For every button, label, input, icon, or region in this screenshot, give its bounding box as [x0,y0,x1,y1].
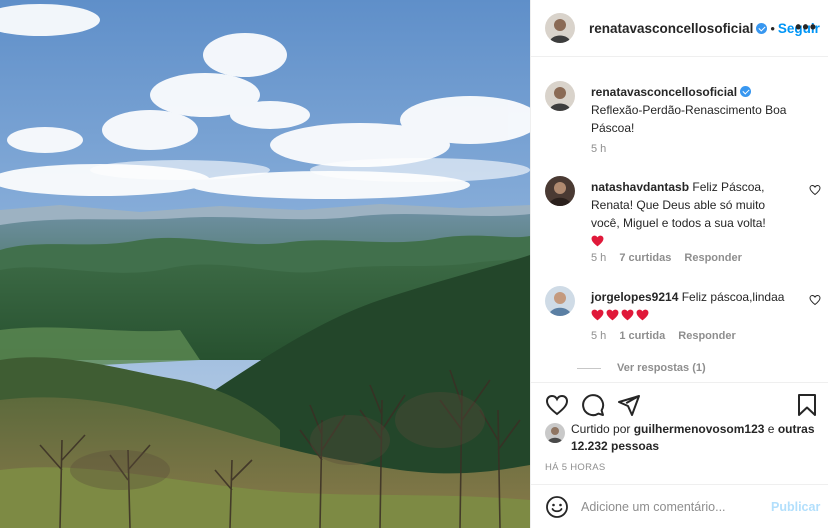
publish-button[interactable]: Publicar [771,500,820,514]
post-timestamp[interactable]: HÁ 5 HORAS [545,462,606,473]
caption: renatavasconcellosoficial Reflexão-Perdã… [545,81,821,161]
comment-meta: 5 h 7 curtidas Responder [591,252,752,264]
post-side-panel: renatavasconcellosoficial • Seguir ••• r… [530,0,828,528]
red-heart-emoji-icon [591,309,604,321]
comment-time[interactable]: 5 h [591,330,606,342]
comment-meta: 5 h 1 curtida Responder [591,330,746,342]
comment-likes[interactable]: 1 curtida [619,330,665,342]
comment-body: jorgelopes9214 Feliz páscoa,lindaa [591,288,796,324]
like-comment-heart-icon[interactable] [809,184,821,196]
liker-avatar[interactable] [545,423,565,443]
post-actions [531,382,828,426]
commenter-avatar[interactable] [545,286,575,316]
replies-divider [577,367,601,369]
comment-icon[interactable] [581,393,605,417]
heart-icon[interactable] [545,393,569,417]
caption-username[interactable]: renatavasconcellosoficial [591,85,737,99]
comment-input[interactable] [581,499,767,514]
caption-text: Reflexão-Perdão-Renascimento Boa Páscoa! [591,103,787,135]
reply-button[interactable]: Responder [684,252,741,264]
author-username[interactable]: renatavasconcellosoficial [589,21,753,36]
like-comment-heart-icon[interactable] [809,294,821,306]
more-icon[interactable]: ••• [795,18,817,36]
separator-dot: • [770,20,775,36]
likes-text: Curtido por guilhermenovosom123 e outras… [571,421,821,455]
comments-list[interactable]: renatavasconcellosoficial Reflexão-Perdã… [531,58,828,381]
reply-button[interactable]: Responder [678,330,735,342]
comment-item: jorgelopes9214 Feliz páscoa,lindaa 5 h 1… [545,286,821,356]
comment-username[interactable]: jorgelopes9214 [591,290,678,304]
emoji-icon[interactable] [545,495,569,519]
share-icon[interactable] [617,393,641,417]
post-header: renatavasconcellosoficial • Seguir ••• [531,0,828,57]
red-heart-emoji-icon [621,309,634,321]
author-avatar[interactable] [545,81,575,111]
caption-body: renatavasconcellosoficial Reflexão-Perdã… [591,83,796,137]
comment-item: natashavdantasb Feliz Páscoa, Renata! Qu… [545,176,821,276]
post-image[interactable] [0,0,530,528]
red-heart-emoji-icon [606,309,619,321]
view-replies-label[interactable]: Ver respostas (1) [617,362,706,374]
verified-icon [756,22,768,34]
caption-meta: 5 h [591,143,616,155]
author-avatar[interactable] [545,13,575,43]
landscape-photo [0,0,530,528]
caption-time[interactable]: 5 h [591,143,606,155]
comment-username[interactable]: natashavdantasb [591,180,689,194]
comment-likes[interactable]: 7 curtidas [619,252,671,264]
liker-username[interactable]: guilhermenovosom123 [634,422,765,436]
verified-icon [740,86,752,97]
comment-composer: Publicar [531,484,828,528]
comment-body: natashavdantasb Feliz Páscoa, Renata! Qu… [591,178,796,250]
bookmark-icon[interactable] [795,393,819,417]
likes-joiner: e [767,422,775,436]
red-heart-emoji-icon [591,235,604,247]
comment-text: Feliz páscoa,lindaa [681,290,785,304]
likes-prefix: Curtido por [571,422,631,436]
view-replies-button[interactable]: Ver respostas (1) [577,362,706,374]
comment-time[interactable]: 5 h [591,252,606,264]
red-heart-emoji-icon [636,309,649,321]
commenter-avatar[interactable] [545,176,575,206]
